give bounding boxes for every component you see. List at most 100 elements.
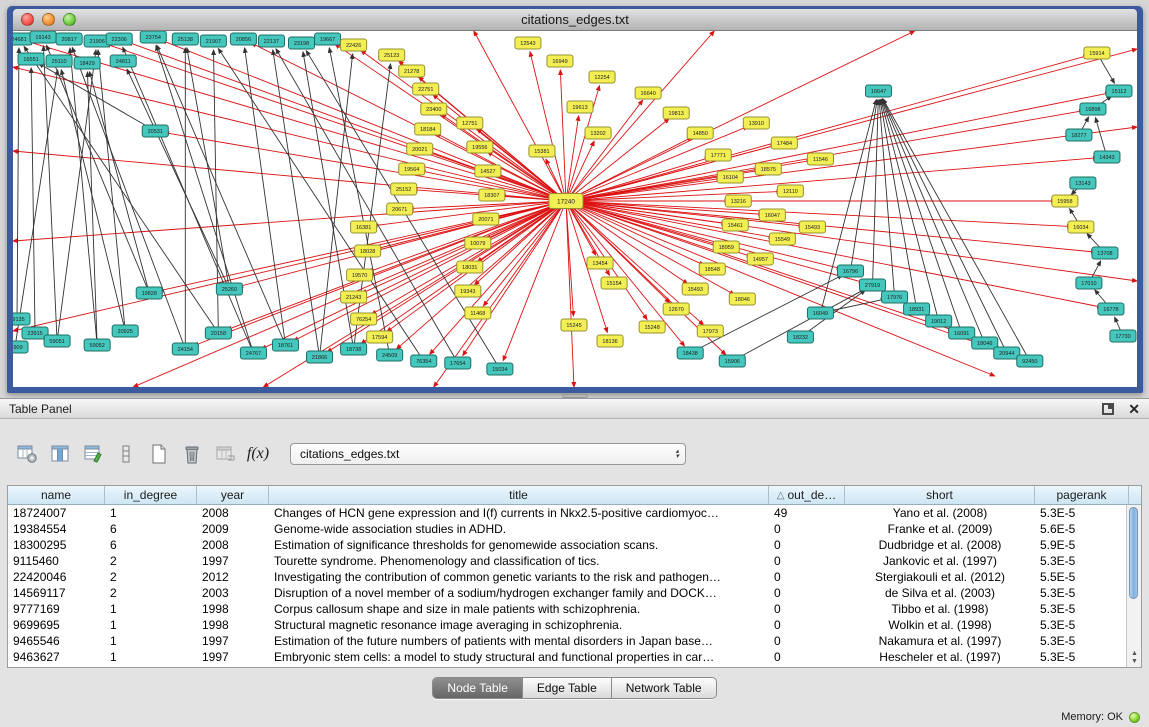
tab-network-table[interactable]: Network Table	[612, 678, 716, 698]
graph-node[interactable]: 59051	[44, 335, 70, 347]
graph-node[interactable]: 15914	[1084, 47, 1110, 59]
graph-node[interactable]: 13910	[743, 117, 769, 129]
column-header-pagerank[interactable]: pagerank	[1035, 486, 1129, 504]
graph-node[interactable]: 18575	[755, 163, 781, 175]
graph-node[interactable]: 19135	[13, 313, 30, 325]
graph-node[interactable]: 18438	[677, 347, 703, 359]
graph-node[interactable]: 19143	[30, 31, 56, 43]
graph-node[interactable]: 15381	[529, 145, 555, 157]
graph-node[interactable]: 17976	[882, 291, 908, 303]
graph-node[interactable]: 19570	[347, 269, 373, 281]
graph-node[interactable]: 13708	[1092, 247, 1118, 259]
graph-node[interactable]: 25123	[379, 49, 405, 61]
graph-node[interactable]: 20817	[56, 33, 82, 45]
graph-node[interactable]: 18232	[787, 331, 813, 343]
graph-node[interactable]: 18046	[729, 293, 755, 305]
graph-node[interactable]: 16551	[18, 53, 44, 65]
graph-node[interactable]: 16381	[351, 221, 377, 233]
scroll-down-icon[interactable]: ▼	[1131, 658, 1138, 666]
graph-node[interactable]: 25909	[13, 341, 28, 353]
graph-node[interactable]: 19667	[315, 33, 341, 45]
tab-edge-table[interactable]: Edge Table	[523, 678, 612, 698]
graph-node[interactable]: 20925	[112, 325, 138, 337]
graph-node[interactable]: 20531	[142, 125, 168, 137]
graph-node[interactable]: 20021	[407, 143, 433, 155]
graph-node[interactable]: 19012	[926, 315, 952, 327]
scrollbar-arrows[interactable]: ▲ ▼	[1127, 650, 1142, 666]
graph-node[interactable]: 20071	[473, 213, 499, 225]
graph-node[interactable]: 11546	[807, 153, 833, 165]
graph-node[interactable]: 16104	[717, 171, 743, 183]
graph-node[interactable]: 10079	[465, 237, 491, 249]
graph-node[interactable]: 14343	[1094, 151, 1120, 163]
graph-node[interactable]: 16091	[949, 327, 975, 339]
network-canvas[interactable]: 2468119143208172190616551251101842922306…	[13, 31, 1137, 387]
delete-table-button[interactable]	[179, 441, 205, 467]
graph-node[interactable]: 24811	[110, 55, 136, 67]
graph-node[interactable]: 16898	[1080, 103, 1106, 115]
graph-node[interactable]: 18028	[355, 245, 381, 257]
graph-node[interactable]: 16034	[1068, 221, 1094, 233]
graph-node[interactable]: 25138	[172, 33, 198, 45]
graph-node[interactable]: 20158	[205, 327, 231, 339]
graph-node[interactable]: 16640	[635, 87, 661, 99]
graph-node[interactable]: 22751	[413, 83, 439, 95]
column-header-year[interactable]: year	[197, 486, 269, 504]
graph-node[interactable]: 16049	[807, 307, 833, 319]
rows-button[interactable]	[113, 441, 139, 467]
graph-node[interactable]: 17240	[549, 194, 583, 209]
graph-node[interactable]: 27919	[860, 279, 886, 291]
close-window-button[interactable]	[21, 13, 34, 26]
graph-node[interactable]: 19343	[455, 285, 481, 297]
graph-node[interactable]: 17594	[367, 331, 393, 343]
table-row[interactable]: 946362711997Embryonic stem cells: a mode…	[8, 649, 1126, 665]
function-builder-button[interactable]: f(x)	[245, 441, 271, 467]
graph-node[interactable]: 21907	[200, 35, 226, 47]
graph-node[interactable]: 12543	[515, 37, 541, 49]
graph-node[interactable]: 76354	[411, 355, 437, 367]
graph-node[interactable]: 15245	[561, 319, 587, 331]
graph-node[interactable]: 17973	[697, 325, 723, 337]
column-header-in-degree[interactable]: in_degree	[105, 486, 197, 504]
graph-node[interactable]: 25260	[216, 283, 242, 295]
graph-node[interactable]: 15958	[1052, 195, 1078, 207]
graph-node[interactable]: 18738	[341, 343, 367, 355]
float-panel-icon[interactable]	[1102, 403, 1114, 415]
table-row[interactable]: 1872400712008Changes of HCN gene express…	[8, 505, 1126, 521]
minimize-window-button[interactable]	[42, 13, 55, 26]
graph-node[interactable]: 24154	[172, 343, 198, 355]
table-row[interactable]: 946554611997Estimation of the future num…	[8, 633, 1126, 649]
graph-node[interactable]: 17010	[1076, 277, 1102, 289]
table-row[interactable]: 969969511998Structural magnetic resonanc…	[8, 617, 1126, 633]
graph-node[interactable]: 16647	[866, 85, 892, 97]
scroll-up-icon[interactable]: ▲	[1131, 650, 1138, 658]
graph-node[interactable]: 15493	[682, 283, 708, 295]
graph-node[interactable]: 20944	[994, 347, 1020, 359]
graph-node[interactable]: 17484	[771, 137, 797, 149]
graph-node[interactable]: 16778	[1098, 303, 1124, 315]
scrollbar-thumb[interactable]	[1129, 507, 1138, 599]
graph-node[interactable]: 24681	[13, 33, 32, 45]
graph-node[interactable]: 18031	[457, 261, 483, 273]
graph-node[interactable]: 13454	[587, 257, 613, 269]
graph-node[interactable]: 23754	[140, 31, 166, 43]
graph-node[interactable]: 13202	[585, 127, 611, 139]
graph-node[interactable]: 15493	[799, 221, 825, 233]
zoom-window-button[interactable]	[63, 13, 76, 26]
table-row[interactable]: 911546021997Tourette syndrome. Phenomeno…	[8, 553, 1126, 569]
graph-node[interactable]: 92450	[1017, 355, 1043, 367]
graph-node[interactable]: 18959	[713, 241, 739, 253]
graph-node[interactable]: 15154	[601, 277, 627, 289]
window-titlebar[interactable]: citations_edges.txt	[13, 9, 1137, 31]
graph-node[interactable]: 25110	[46, 55, 72, 67]
table-body[interactable]: 1872400712008Changes of HCN gene express…	[8, 505, 1126, 667]
graph-node[interactable]: 14850	[687, 127, 713, 139]
graph-node[interactable]: 15248	[639, 321, 665, 333]
import-table-button[interactable]	[212, 441, 238, 467]
column-header-out-de-[interactable]: △out_de…	[769, 486, 845, 504]
graph-node[interactable]: 18761	[272, 339, 298, 351]
graph-node[interactable]: 22426	[341, 39, 367, 51]
graph-node[interactable]: 19828	[136, 287, 162, 299]
graph-node[interactable]: 16796	[837, 265, 863, 277]
graph-node[interactable]: 13216	[725, 195, 751, 207]
